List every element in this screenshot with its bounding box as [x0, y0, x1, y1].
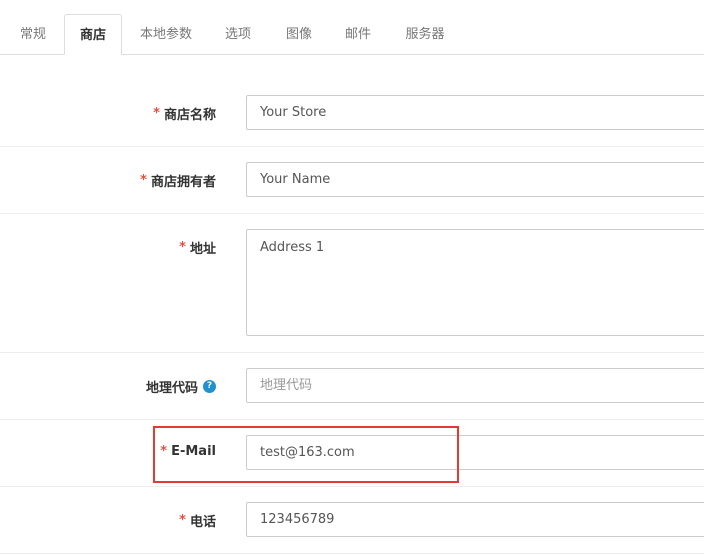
- tab-image[interactable]: 图像: [275, 14, 323, 55]
- address-label-text: 地址: [189, 242, 216, 257]
- geocode-label-text: 地理代码: [145, 381, 198, 396]
- store-owner-label-text: 商店拥有者: [150, 175, 216, 190]
- address-textarea[interactable]: Address 1: [246, 229, 704, 336]
- geocode-input[interactable]: [246, 368, 704, 403]
- tab-server[interactable]: 服务器: [394, 14, 456, 55]
- telephone-label: * 电话: [179, 511, 216, 530]
- tab-store[interactable]: 商店: [64, 14, 122, 55]
- tab-local[interactable]: 本地参数: [130, 14, 202, 55]
- required-marker: *: [153, 106, 160, 121]
- required-marker: *: [140, 173, 147, 188]
- store-name-input[interactable]: [246, 95, 704, 130]
- required-marker: *: [179, 240, 186, 255]
- tab-option[interactable]: 选项: [214, 14, 262, 55]
- telephone-label-text: 电话: [189, 515, 216, 530]
- telephone-input[interactable]: [246, 502, 704, 537]
- geocode-label: 地理代码 ?: [146, 377, 216, 396]
- row-divider: [0, 553, 704, 554]
- store-owner-label: * 商店拥有者: [140, 171, 216, 190]
- email-highlight-box: [153, 426, 459, 483]
- store-owner-input[interactable]: [246, 162, 704, 197]
- row-divider: [0, 213, 704, 214]
- required-marker: *: [179, 513, 186, 528]
- address-label: * 地址: [179, 238, 216, 257]
- row-divider: [0, 419, 704, 420]
- tab-mail[interactable]: 邮件: [334, 14, 382, 55]
- tab-general[interactable]: 常规: [5, 14, 61, 55]
- store-name-label: * 商店名称: [153, 104, 216, 123]
- row-divider: [0, 146, 704, 147]
- help-icon[interactable]: ?: [203, 380, 216, 393]
- store-name-label-text: 商店名称: [163, 108, 216, 123]
- row-divider: [0, 352, 704, 353]
- row-divider: [0, 486, 704, 487]
- settings-tabs: 常规 商店 本地参数 选项 图像 邮件 服务器: [0, 0, 704, 55]
